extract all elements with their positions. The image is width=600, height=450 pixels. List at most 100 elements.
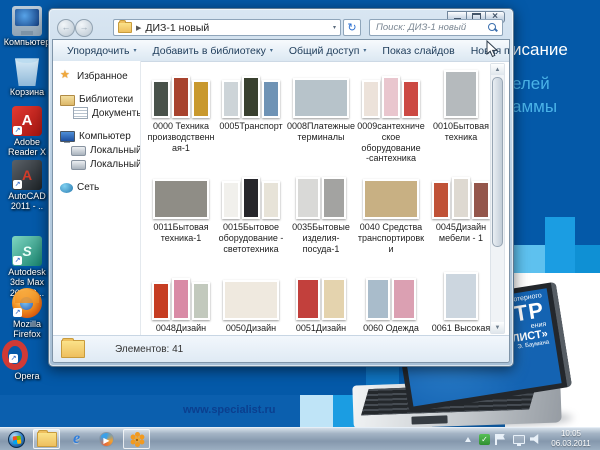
search-input[interactable] (374, 21, 488, 34)
toolbar-button[interactable]: Упорядочить (59, 43, 145, 59)
address-bar[interactable]: ▶ ДИЗ-1 новый (113, 19, 341, 36)
thumbnail-image (444, 272, 478, 320)
folder-item-label: 0005Транспорт (216, 121, 286, 132)
folder-item[interactable]: 0000 Техника производственная-1 (146, 68, 216, 169)
folder-item-label: 0010Бытовая техника (426, 121, 492, 143)
desktop-icon[interactable]: ↗ AutoCAD 2011 - .. (0, 160, 54, 212)
toolbar-button[interactable]: Общий доступ (281, 43, 375, 59)
wallpaper-square (545, 245, 575, 273)
wallpaper-text-fragment: исание (512, 40, 568, 60)
wallpaper-text-fragment: елей (512, 74, 550, 94)
folder-thumbnail (216, 68, 286, 118)
taskbar-buttons (0, 429, 150, 449)
hidden-icons-arrow-icon[interactable] (463, 434, 474, 445)
document-icon (73, 107, 88, 119)
thumbnail-image (366, 278, 390, 320)
desktop-icon-label: Adobe Reader X (0, 137, 54, 158)
navigation-pane: Избранное Библиотеки Документы (53, 61, 141, 336)
desktop-icon-label: Корзина (0, 87, 54, 97)
folder-item[interactable]: 0051Дизайн игрушек-1 (286, 270, 356, 336)
desktop-icon[interactable]: ↗ Компьютер (0, 6, 54, 47)
thumbnail-image (242, 177, 260, 219)
thumbnail-image (322, 177, 346, 219)
vertical-scrollbar[interactable] (490, 63, 505, 334)
taskbar-button[interactable] (3, 429, 30, 449)
taskbar-button[interactable] (123, 429, 150, 449)
thumbnail-image (242, 76, 260, 118)
desktop-icon[interactable]: ↗ Opera (0, 340, 54, 381)
thumbnail-image (262, 80, 280, 118)
action-center-flag-icon[interactable] (495, 434, 508, 445)
folder-item[interactable]: 0045Дизайн мебели - 1 (426, 169, 492, 270)
search-box[interactable] (369, 19, 503, 36)
scroll-down-button[interactable] (491, 322, 504, 333)
volume-icon[interactable] (530, 434, 541, 445)
desktop-icon[interactable]: ↗ Adobe Reader X (0, 106, 54, 158)
taskbar-button[interactable] (33, 429, 60, 449)
folder-item-label: 0008Платежные терминалы (286, 121, 356, 143)
address-dropdown-icon[interactable] (333, 24, 336, 31)
sidebar-item[interactable]: Сеть (53, 180, 140, 194)
folder-item[interactable]: 0010Бытовая техника (426, 68, 492, 169)
sidebar-item[interactable]: Документы (53, 106, 140, 120)
toolbar-button[interactable]: Добавить в библиотеку (145, 43, 281, 59)
acdsee-taskbar-icon (129, 431, 145, 447)
disk-icon (71, 160, 86, 170)
folder-item[interactable]: 0008Платежные терминалы (286, 68, 356, 169)
wallpaper-url-text: www.specialist.ru (183, 404, 276, 416)
toolbar-button[interactable]: Показ слайдов (374, 43, 462, 59)
desktop-icon[interactable]: ↗ Mozilla Firefox (0, 288, 54, 340)
folder-item[interactable]: 0061 Высокая мода (426, 270, 492, 336)
thumbnail-image (432, 181, 450, 219)
scrollbar-thumb[interactable] (492, 77, 503, 247)
desktop-icon[interactable]: ↗ Корзина (0, 56, 54, 97)
breadcrumb-arrow-icon: ▶ (136, 24, 141, 32)
wallpaper-square (300, 395, 333, 428)
sidebar-item[interactable]: Избранное (53, 69, 140, 83)
star-icon (60, 70, 73, 82)
folder-item[interactable]: 0009сантехническое оборудование -сантехн… (356, 68, 426, 169)
folder-thumbnail (286, 169, 356, 219)
sidebar-item[interactable]: Компьютер (53, 129, 140, 143)
refresh-button[interactable] (343, 19, 361, 36)
taskbar-clock[interactable]: 10:05 06.03.2011 (546, 429, 596, 449)
folder-thumbnail (426, 270, 492, 320)
folder-item[interactable]: 0015Бытовое оборудование - светотехника (216, 169, 286, 270)
thumbnail-image (293, 78, 349, 118)
network-tray-icon[interactable] (513, 435, 525, 444)
toolbar-button-label: Упорядочить (67, 45, 129, 57)
thumbnail-image (172, 76, 190, 118)
antivirus-icon[interactable] (479, 434, 490, 445)
taskbar-button[interactable] (93, 429, 120, 449)
thumbnail-image (444, 70, 478, 118)
folder-item[interactable]: 0050Дизайн игрушек (216, 270, 286, 336)
wmp-taskbar-icon (99, 432, 114, 447)
toolbar-button-label: Общий доступ (289, 45, 360, 57)
taskbar-button[interactable] (63, 429, 90, 449)
folder-item[interactable]: 0035Бытовые изделия-посуда-1 (286, 169, 356, 270)
folder-item[interactable]: 0040 Средства транспортировки (356, 169, 426, 270)
folder-item[interactable]: 0011Бытовая техника-1 (146, 169, 216, 270)
libraries-icon (60, 95, 75, 106)
thumbnail-image (296, 278, 320, 320)
folder-item-label: 0035Бытовые изделия-посуда-1 (286, 222, 356, 254)
folder-thumbnail (356, 270, 426, 320)
wallpaper-square (545, 217, 575, 245)
sidebar-item[interactable]: Локальный диск (C (53, 143, 140, 157)
sidebar-item[interactable]: Локальный диск (D (53, 157, 140, 171)
thumbnail-image (223, 280, 279, 320)
forward-button[interactable]: → (75, 19, 93, 37)
adobe-reader-icon: ↗ (12, 106, 42, 136)
scroll-up-button[interactable] (491, 64, 504, 75)
folder-item[interactable]: 0005Транспорт (216, 68, 286, 169)
mouse-cursor (486, 40, 499, 59)
folder-item[interactable]: 0060 Одежда (356, 270, 426, 336)
folder-item[interactable]: 0048Дизайн отделочных материалов (146, 270, 216, 336)
window-client-area: Упорядочить Добавить в библиотеку Общий … (52, 39, 510, 363)
wallpaper-square (575, 245, 600, 273)
chevron-down-icon (363, 47, 366, 54)
ie-taskbar-icon (73, 430, 80, 448)
back-button[interactable]: ← (57, 19, 75, 37)
wallpaper-text-fragment: аммы (512, 97, 557, 117)
sidebar-item[interactable]: Библиотеки (53, 92, 140, 106)
